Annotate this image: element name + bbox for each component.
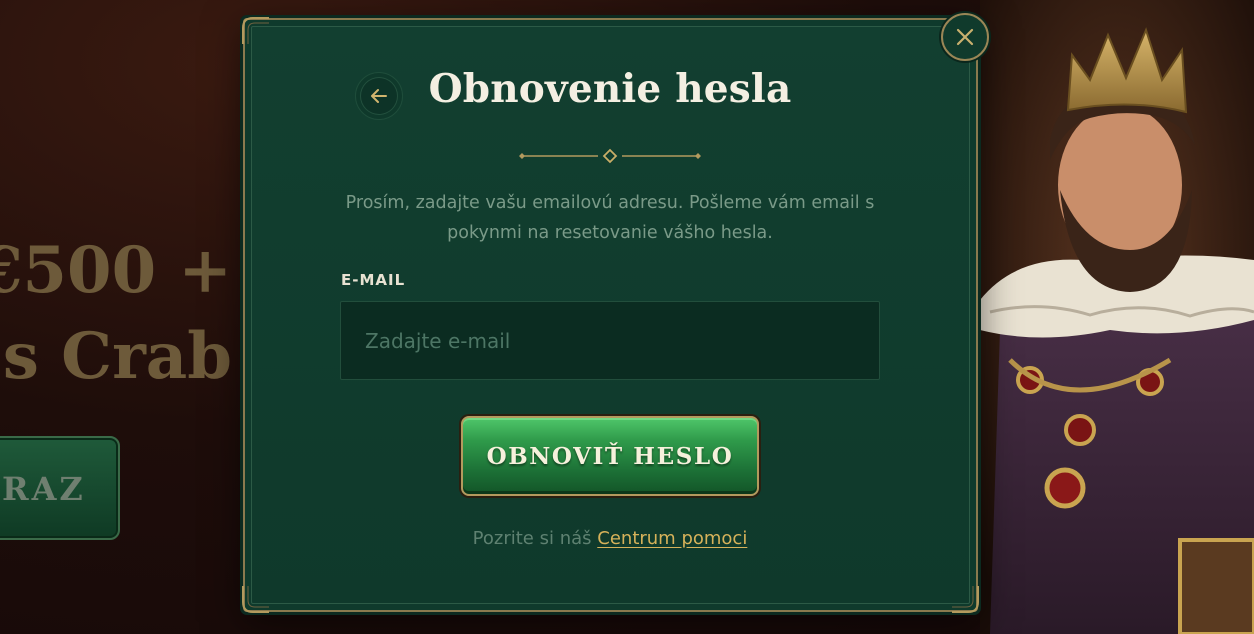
modal-title: Obnovenie hesla (428, 66, 792, 112)
close-button[interactable] (941, 13, 989, 61)
help-prefix: Pozrite si náš (472, 528, 592, 549)
help-line: Pozrite si náš Centrum pomoci (340, 528, 880, 549)
background-promo: €500 + s Crab RAZ (0, 0, 260, 634)
ornament-divider (519, 148, 701, 164)
promo-headline: €500 + s Crab (0, 228, 232, 400)
modal-description: Prosím, zadajte vašu emailovú adresu. Po… (345, 193, 875, 243)
promo-headline-line2: s Crab (2, 319, 232, 394)
email-input[interactable] (340, 301, 880, 380)
close-icon (956, 28, 974, 46)
corner-ornament (952, 586, 979, 613)
reset-password-button[interactable]: OBNOVIŤ HESLO (461, 416, 759, 496)
promo-headline-line1: €500 + (0, 233, 232, 308)
arrow-left-icon (371, 89, 387, 103)
email-label: E-MAIL (341, 271, 406, 289)
promo-cta-button: RAZ (0, 436, 120, 540)
promo-cta-label: RAZ (2, 470, 86, 508)
corner-ornament (242, 17, 269, 44)
reset-password-label: OBNOVIŤ HESLO (486, 442, 734, 470)
king-illustration (980, 0, 1254, 634)
corner-ornament (242, 586, 269, 613)
help-center-link[interactable]: Centrum pomoci (597, 528, 747, 549)
back-button[interactable] (355, 72, 403, 120)
